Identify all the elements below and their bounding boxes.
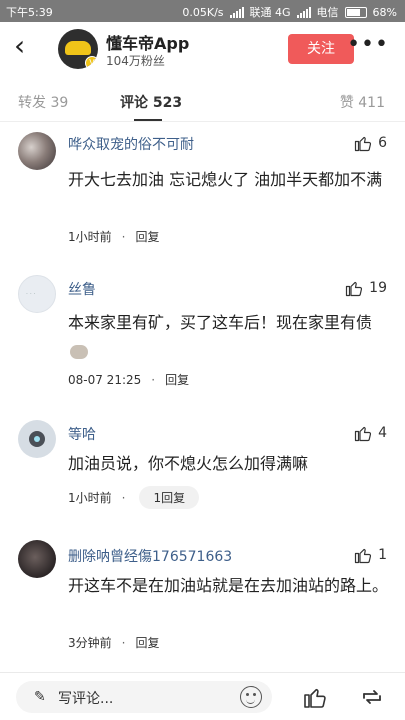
account-avatar[interactable]: V	[58, 29, 98, 69]
comment-item: 删除呐曾经傷176571663 1 开这车不是在加油站就是在去加油站的路上。 3…	[0, 534, 405, 664]
reply-button[interactable]: 回复	[135, 634, 159, 651]
tab-comment[interactable]: 评论 523	[120, 92, 182, 112]
comment-text: 开这车不是在加油站就是在去加油站的路上。	[68, 576, 389, 595]
comment-item: 等哈 4 加油员说，你不熄火怎么加得满嘛 1小时前 · 1回复	[0, 412, 405, 522]
header: ‹ V 懂车帝App 104万粉丝 关注 •••	[0, 22, 405, 74]
like-count: 4	[378, 425, 387, 441]
comment-like-button[interactable]: 6	[354, 134, 387, 152]
reply-button[interactable]: 回复	[135, 228, 159, 245]
avatar[interactable]	[18, 540, 56, 578]
avatar[interactable]	[18, 132, 56, 170]
thumbs-up-icon	[346, 281, 363, 297]
tab-like[interactable]: 赞 411	[340, 92, 385, 112]
comment-like-button[interactable]: 1	[354, 546, 387, 564]
comment-time: 08-07 21:25	[68, 372, 142, 387]
comment-text: 加油员说，你不熄火怎么加得满嘛	[68, 454, 309, 473]
comment-meta: 1小时前 · 1回复	[68, 486, 200, 509]
like-count: 6	[378, 135, 387, 151]
carrier-1: 联通 4G	[249, 6, 291, 19]
back-arrow-icon[interactable]: ‹	[14, 32, 44, 62]
comment-like-button[interactable]: 4	[354, 424, 387, 442]
comment-meta: 1小时前 · 回复	[68, 228, 160, 245]
thumbs-up-icon	[354, 136, 372, 152]
emoji-icon	[70, 344, 88, 359]
active-tab-indicator	[134, 119, 162, 121]
network-speed: 0.05K/s	[182, 5, 224, 19]
avatar[interactable]	[18, 420, 56, 458]
comment-time: 1小时前	[68, 230, 112, 244]
comment-item: · · · 丝鲁 19 本来家里有矿，买了这车后！现在家里有债 08-07 21…	[0, 267, 405, 397]
tab-repost[interactable]: 转发 39	[18, 92, 68, 112]
follow-button[interactable]: 关注	[288, 34, 354, 64]
account-name[interactable]: 懂车帝App	[106, 30, 189, 54]
reply-button[interactable]: 回复	[165, 371, 189, 388]
comment-time: 3分钟前	[68, 636, 112, 650]
repost-icon[interactable]	[360, 685, 384, 713]
comment-input-placeholder: 写评论...	[58, 691, 114, 707]
thumbs-up-icon	[354, 548, 372, 564]
bottom-bar: ✎ 写评论...	[0, 672, 405, 720]
car-logo-icon	[65, 41, 91, 55]
comment-username[interactable]: 等哈	[68, 424, 96, 444]
comment-input[interactable]: ✎ 写评论...	[16, 681, 272, 713]
avatar[interactable]: · · ·	[18, 275, 56, 313]
tab-bar: 转发 39 评论 523 赞 411	[0, 78, 405, 122]
comment-time: 1小时前	[68, 491, 112, 505]
comment-username[interactable]: 丝鲁	[68, 279, 96, 299]
emoji-icon[interactable]	[240, 686, 262, 708]
thumbs-up-icon[interactable]	[303, 685, 327, 713]
comment-meta: 3分钟前 · 回复	[68, 634, 160, 651]
like-count: 1	[378, 547, 387, 563]
more-dots-icon[interactable]: •••	[347, 34, 389, 56]
comment-username[interactable]: 哗众取宠的俗不可耐	[68, 134, 194, 154]
comment-meta: 08-07 21:25 · 回复	[68, 371, 190, 388]
account-fans: 104万粉丝	[106, 54, 165, 68]
carrier-2: 电信	[316, 6, 339, 19]
reply-count-button[interactable]: 1回复	[139, 486, 200, 509]
signal-icon	[296, 6, 311, 18]
thumbs-up-icon	[354, 426, 372, 442]
like-count: 19	[369, 280, 387, 296]
comment-text: 开大七去加油 忘记熄火了 油加半天都加不满	[68, 170, 383, 189]
status-bar: 下午5:39 0.05K/s 联通 4G 电信 68%	[0, 0, 405, 22]
comment-like-button[interactable]: 19	[345, 279, 387, 297]
battery-percent: 68%	[372, 5, 397, 19]
comment-item: 哗众取宠的俗不可耐 6 开大七去加油 忘记熄火了 油加半天都加不满 1小时前 ·…	[0, 122, 405, 257]
battery-icon	[344, 6, 367, 18]
status-time: 下午5:39	[6, 6, 53, 19]
signal-icon	[229, 6, 244, 18]
comment-username[interactable]: 删除呐曾经傷176571663	[68, 546, 232, 566]
comment-text: 本来家里有矿，买了这车后！现在家里有债	[68, 309, 388, 365]
pen-icon: ✎	[34, 689, 46, 705]
verified-badge-icon: V	[85, 56, 98, 69]
